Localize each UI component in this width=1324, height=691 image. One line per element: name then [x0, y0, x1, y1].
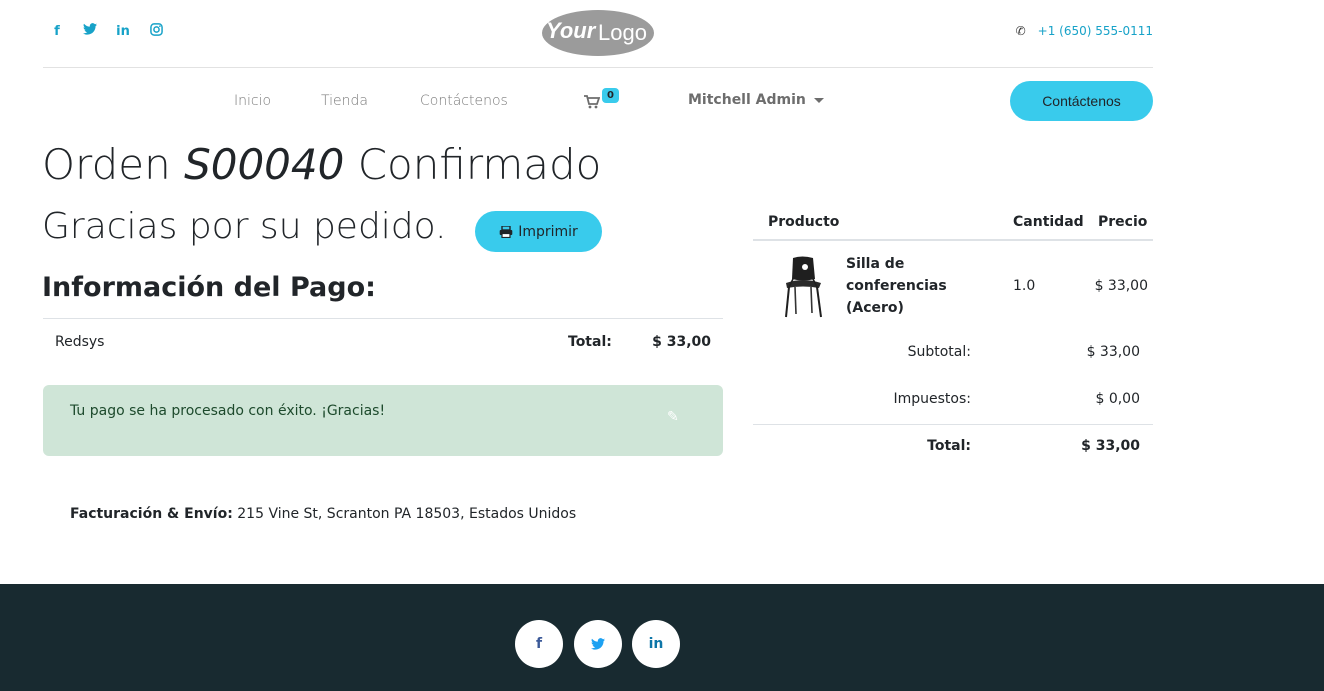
nav-item-contactenos[interactable]: Contáctenos: [420, 93, 508, 109]
social-links: f in: [49, 23, 164, 41]
payment-total-value: $ 33,00: [652, 334, 711, 350]
product-name[interactable]: Silla de conferencias (Acero): [846, 253, 976, 319]
facebook-icon[interactable]: f: [515, 620, 563, 668]
contact-cta-button[interactable]: Contáctenos: [1010, 81, 1153, 121]
nav-item-tienda[interactable]: Tienda: [321, 93, 368, 109]
success-message: Tu pago se ha procesado con éxito. ¡Grac…: [70, 403, 386, 419]
product-image: [777, 255, 827, 320]
logo-text-bold: Your: [546, 18, 597, 43]
title-prefix: Orden: [42, 140, 171, 189]
site-footer: f in: [0, 584, 1324, 691]
chevron-down-icon: [813, 97, 824, 103]
twitter-icon[interactable]: [574, 620, 622, 668]
top-bar: f in Your Logo ✆ +1 (650) 555-0111: [43, 0, 1153, 68]
user-name: Mitchell Admin: [688, 92, 806, 108]
cart-count-badge: 0: [602, 88, 619, 103]
print-label: Imprimir: [518, 223, 578, 240]
main-navbar: Inicio Tienda Contáctenos 0 Mitchell Adm…: [43, 69, 1153, 133]
address-value: 215 Vine St, Scranton PA 18503, Estados …: [237, 506, 577, 522]
pencil-icon[interactable]: ✎: [667, 409, 679, 425]
instagram-icon[interactable]: [148, 23, 164, 41]
col-quantity: Cantidad: [1013, 214, 1084, 230]
address-label: Facturación & Envío:: [70, 506, 233, 522]
phone-icon: ✆: [1015, 24, 1026, 38]
page-title: Orden S00040 Confirmado: [42, 140, 601, 189]
logo-text-light: Logo: [598, 20, 647, 45]
thanks-heading: Gracias por su pedido.: [42, 206, 447, 247]
subtotal-label: Subtotal:: [907, 344, 971, 360]
twitter-icon[interactable]: [82, 23, 98, 41]
tax-label: Impuestos:: [893, 391, 972, 407]
subtotal-row: Subtotal: $ 33,00: [753, 330, 1153, 377]
billing-shipping-address: Facturación & Envío: 215 Vine St, Scrant…: [70, 506, 576, 522]
table-header: Producto Cantidad Precio: [753, 205, 1153, 241]
payment-info-heading: Información del Pago:: [42, 272, 376, 303]
printer-icon: [499, 225, 513, 238]
tax-value: $ 0,00: [1095, 391, 1140, 407]
payment-total-label: Total:: [568, 334, 612, 350]
product-quantity: 1.0: [1013, 278, 1036, 294]
cart-icon: [584, 95, 600, 109]
site-logo[interactable]: Your Logo: [540, 8, 656, 58]
order-number: S00040: [184, 140, 345, 189]
subtotal-value: $ 33,00: [1086, 344, 1140, 360]
table-row: Silla de conferencias (Acero) 1.0 $ 33,0…: [753, 241, 1153, 330]
total-row: Total: $ 33,00: [753, 424, 1153, 472]
facebook-icon[interactable]: f: [49, 23, 65, 41]
total-value: $ 33,00: [1081, 438, 1140, 454]
title-suffix: Confirmado: [357, 140, 602, 189]
col-price: Precio: [1098, 214, 1148, 230]
payment-row: Redsys Total: $ 33,00: [43, 318, 723, 365]
payment-success-alert: Tu pago se ha procesado con éxito. ¡Grac…: [43, 385, 723, 456]
phone-contact[interactable]: ✆ +1 (650) 555-0111: [1016, 24, 1153, 38]
phone-number[interactable]: +1 (650) 555-0111: [1038, 24, 1153, 38]
payment-method: Redsys: [55, 334, 105, 350]
print-button[interactable]: Imprimir: [475, 211, 602, 252]
product-price: $ 33,00: [1094, 278, 1148, 294]
linkedin-icon[interactable]: in: [115, 23, 131, 41]
col-product: Producto: [768, 214, 840, 230]
tax-row: Impuestos: $ 0,00: [753, 377, 1153, 424]
total-label: Total:: [927, 438, 971, 454]
nav-item-inicio[interactable]: Inicio: [234, 93, 271, 109]
linkedin-icon[interactable]: in: [632, 620, 680, 668]
order-summary-table: Producto Cantidad Precio Silla de confer…: [753, 205, 1153, 472]
cart-link[interactable]: 0: [584, 88, 624, 113]
user-menu[interactable]: Mitchell Admin: [688, 92, 824, 108]
